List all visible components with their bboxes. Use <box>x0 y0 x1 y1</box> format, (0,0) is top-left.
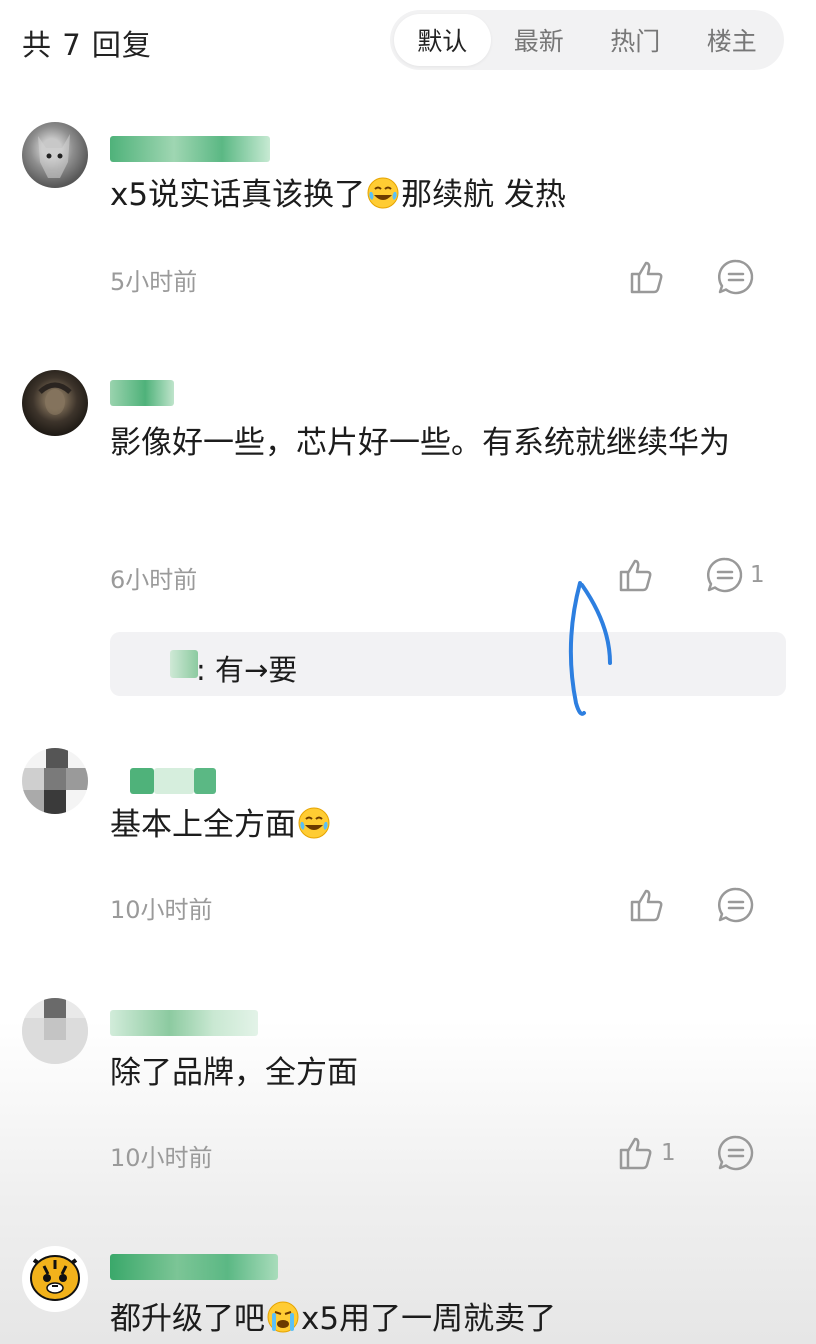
comment-bubble-icon <box>717 887 754 923</box>
comment-time: 10小时前 <box>110 1144 213 1172</box>
pixelated-avatar-image <box>22 748 88 814</box>
avatar[interactable] <box>22 122 88 188</box>
comment-time: 6小时前 <box>110 566 198 594</box>
username-blurred[interactable] <box>110 380 174 406</box>
laugh-cry-emoji <box>367 177 399 209</box>
like-button[interactable]: 1 <box>617 1134 676 1172</box>
tiger-avatar-image <box>30 1255 80 1301</box>
reply-count: 共 7 回复 <box>22 28 152 62</box>
thumbs-up-icon <box>630 889 663 922</box>
comment-bubble-icon <box>717 1135 754 1171</box>
like-button[interactable] <box>628 886 666 924</box>
sort-tabs: 默认 最新 热门 楼主 <box>390 10 784 70</box>
username-blurred[interactable] <box>110 1254 278 1280</box>
avatar[interactable] <box>22 748 88 814</box>
hand-drawn-scribble <box>568 581 612 716</box>
laugh-cry-emoji <box>298 807 330 839</box>
comment-text: 都升级了吧 x5用了一周就卖了 <box>110 1301 557 1337</box>
tab-latest[interactable]: 最新 <box>491 14 588 66</box>
comment-bubble-icon <box>706 557 743 593</box>
comment-text: 基本上全方面 <box>110 802 790 848</box>
reply-button[interactable] <box>717 886 755 924</box>
thumbs-up-icon <box>619 1137 652 1170</box>
comments-header: 共 7 回复 默认 最新 热门 楼主 <box>0 0 816 84</box>
crying-emoji <box>267 1301 299 1333</box>
reply-button[interactable] <box>717 258 755 296</box>
like-button[interactable] <box>628 258 666 296</box>
comment-text: 除了品牌，全方面 <box>110 1055 358 1091</box>
tab-op[interactable]: 楼主 <box>684 14 781 66</box>
cat-avatar-image <box>38 134 70 178</box>
portrait-avatar-image <box>38 382 72 415</box>
reply-button[interactable] <box>717 1134 755 1172</box>
reply-count-badge: 1 <box>750 562 765 588</box>
nested-reply-text: : 有→要 <box>196 653 298 687</box>
like-count: 1 <box>661 1140 676 1166</box>
reply-button[interactable]: 1 <box>706 556 765 594</box>
pixelated-avatar-image <box>22 998 88 1064</box>
username-blurred[interactable] <box>110 1010 258 1036</box>
avatar[interactable] <box>22 1246 88 1312</box>
username-blurred[interactable] <box>110 768 220 794</box>
comment-text: x5说实话真该换了 那续航 发热 <box>110 177 566 213</box>
thumbs-up-icon <box>630 261 663 294</box>
avatar[interactable] <box>22 370 88 436</box>
avatar[interactable] <box>22 998 88 1064</box>
username-blurred[interactable] <box>110 136 270 162</box>
comment-time: 5小时前 <box>110 268 198 296</box>
tab-hot[interactable]: 热门 <box>587 14 684 66</box>
reply-username-blurred[interactable] <box>170 650 198 678</box>
tab-default[interactable]: 默认 <box>394 14 491 66</box>
comment-bubble-icon <box>717 259 754 295</box>
comment-time: 10小时前 <box>110 896 213 924</box>
comment-text: 影像好一些，芯片好一些。有系统就继续华为 <box>110 425 730 461</box>
